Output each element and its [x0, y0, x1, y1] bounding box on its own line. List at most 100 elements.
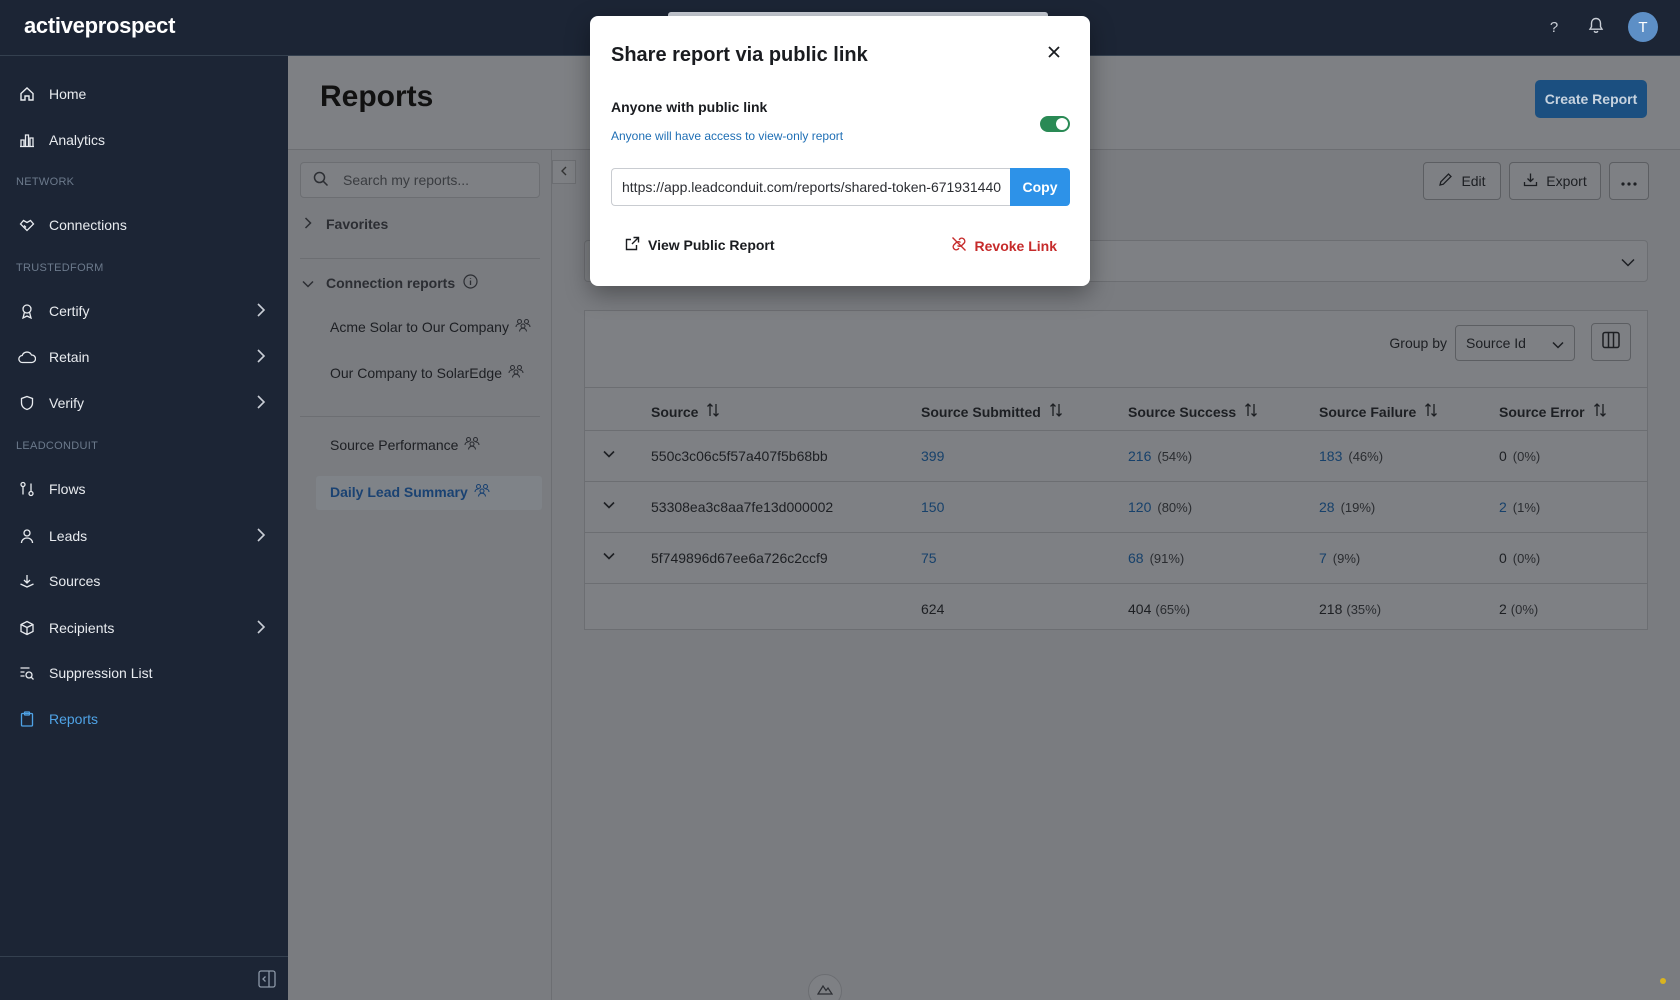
column-header[interactable]: Source: [651, 402, 720, 421]
connection-reports-label: Connection reports: [326, 275, 456, 291]
failure-link[interactable]: 183: [1319, 448, 1342, 464]
search-placeholder: Search my reports...: [343, 172, 470, 188]
group-by-label: Group by: [1389, 335, 1447, 351]
report-title: Source Performance: [330, 436, 459, 453]
create-report-button[interactable]: Create Report: [1535, 80, 1647, 118]
submitted-link[interactable]: 75: [921, 550, 937, 566]
sidebar-item-connections[interactable]: Connections: [0, 205, 288, 245]
edit-button[interactable]: Edit: [1423, 162, 1501, 200]
submitted-link[interactable]: 150: [921, 499, 944, 515]
revoke-link-button[interactable]: Revoke Link: [951, 236, 1057, 255]
column-header[interactable]: Source Success: [1128, 402, 1258, 421]
devtools-button[interactable]: [808, 974, 842, 1000]
sidebar-item-flows[interactable]: Flows: [0, 469, 288, 509]
sidebar-item-home[interactable]: Home: [0, 74, 288, 114]
columns-button[interactable]: [1591, 323, 1631, 361]
chevron-down-icon[interactable]: [603, 445, 615, 463]
section-trustedform: TRUSTEDFORM: [16, 262, 104, 274]
favorites-toggle[interactable]: Favorites: [304, 216, 388, 232]
column-header[interactable]: Source Submitted: [921, 402, 1063, 421]
view-public-report-button[interactable]: View Public Report: [625, 236, 775, 254]
help-icon[interactable]: ?: [1544, 19, 1564, 36]
info-icon[interactable]: [463, 274, 478, 292]
success-pct: (91%): [1149, 551, 1185, 566]
column-label: Source Failure: [1319, 403, 1417, 420]
view-public-label: View Public Report: [648, 237, 775, 253]
sidebar-item-suppression-list[interactable]: Suppression List: [0, 653, 288, 693]
report-link[interactable]: Our Company to SolarEdge: [330, 364, 524, 381]
group-by-select[interactable]: Source Id: [1455, 325, 1575, 361]
chevron-right-icon: [304, 216, 312, 232]
success-link[interactable]: 216: [1128, 448, 1151, 464]
submitted-link[interactable]: 399: [921, 448, 944, 464]
toggle-knob: [1056, 118, 1068, 130]
shared-users-icon: [464, 436, 480, 453]
search-input[interactable]: Search my reports...: [300, 162, 540, 198]
sidebar-item-recipients[interactable]: Recipients: [0, 608, 288, 648]
sidebar-item-verify[interactable]: Verify: [0, 383, 288, 423]
failure-pct: (19%): [1340, 500, 1376, 515]
error-value: 0: [1499, 550, 1507, 566]
sidebar-collapse-icon[interactable]: [258, 970, 276, 993]
sidebar-item-reports[interactable]: Reports: [0, 699, 288, 739]
close-icon: [1047, 45, 1061, 64]
more-horizontal-icon: [1621, 173, 1637, 189]
sidebar-item-certify[interactable]: Certify: [0, 291, 288, 331]
box-icon: [18, 619, 36, 637]
sidebar-item-label: Reports: [49, 711, 99, 727]
sources-icon: [18, 572, 36, 590]
cell-submitted: 150: [921, 499, 944, 515]
report-link-selected[interactable]: Daily Lead Summary: [330, 483, 490, 500]
sort-icon: [1424, 402, 1438, 421]
failure-link[interactable]: 7: [1319, 550, 1327, 566]
report-link[interactable]: Source Performance: [330, 436, 480, 453]
bell-icon[interactable]: [1586, 17, 1606, 38]
modal-title: Share report via public link: [611, 44, 868, 66]
sidebar-item-analytics[interactable]: Analytics: [0, 120, 288, 160]
export-button[interactable]: Export: [1509, 162, 1601, 200]
copy-button[interactable]: Copy: [1010, 168, 1070, 206]
cell-error: 0 (0%): [1499, 550, 1540, 566]
sidebar-item-sources[interactable]: Sources: [0, 561, 288, 601]
columns-icon: [1602, 331, 1620, 354]
column-header[interactable]: Source Failure: [1319, 402, 1438, 421]
cell-success: 68 (91%): [1128, 550, 1184, 566]
close-button[interactable]: [1044, 44, 1064, 64]
ribbon-icon: [18, 302, 36, 320]
public-url-field[interactable]: https://app.leadconduit.com/reports/shar…: [611, 168, 1011, 206]
shield-icon: [18, 394, 36, 412]
search-icon: [313, 171, 329, 190]
sort-icon: [1593, 402, 1607, 421]
cell-source: 550c3c06c5f57a407f5b68bb: [651, 448, 828, 464]
chevron-down-icon[interactable]: [603, 547, 615, 565]
error-link[interactable]: 2: [1499, 499, 1507, 515]
sidebar-footer: [0, 956, 288, 1000]
report-link[interactable]: Acme Solar to Our Company: [330, 318, 531, 335]
cell-success: 120 (80%): [1128, 499, 1192, 515]
column-header[interactable]: Source Error: [1499, 402, 1607, 421]
collapse-panel-button[interactable]: [552, 160, 576, 184]
section-leadconduit: LEADCONDUIT: [16, 440, 99, 452]
mountain-icon: [816, 982, 834, 1000]
app-logo[interactable]: activeprospect: [24, 13, 175, 39]
download-icon: [1523, 172, 1538, 190]
success-link[interactable]: 120: [1128, 499, 1151, 515]
total-error: 2 (0%): [1499, 601, 1538, 617]
sidebar-item-label: Connections: [49, 217, 127, 233]
public-link-toggle[interactable]: [1040, 116, 1070, 132]
report-title: Our Company to SolarEdge: [330, 364, 502, 381]
failure-pct: (9%): [1332, 551, 1361, 566]
chevron-down-icon[interactable]: [603, 496, 615, 514]
avatar[interactable]: T: [1628, 12, 1658, 42]
home-icon: [18, 85, 36, 103]
sidebar-item-retain[interactable]: Retain: [0, 337, 288, 377]
more-options-button[interactable]: [1609, 162, 1649, 200]
connection-reports-toggle[interactable]: Connection reports: [302, 274, 478, 292]
failure-link[interactable]: 28: [1319, 499, 1335, 515]
sidebar-item-leads[interactable]: Leads: [0, 516, 288, 556]
chevron-right-icon: [256, 528, 266, 545]
cell-success: 216 (54%): [1128, 448, 1192, 464]
success-link[interactable]: 68: [1128, 550, 1144, 566]
cell-failure: 7 (9%): [1319, 550, 1360, 566]
cell-failure: 28 (19%): [1319, 499, 1375, 515]
